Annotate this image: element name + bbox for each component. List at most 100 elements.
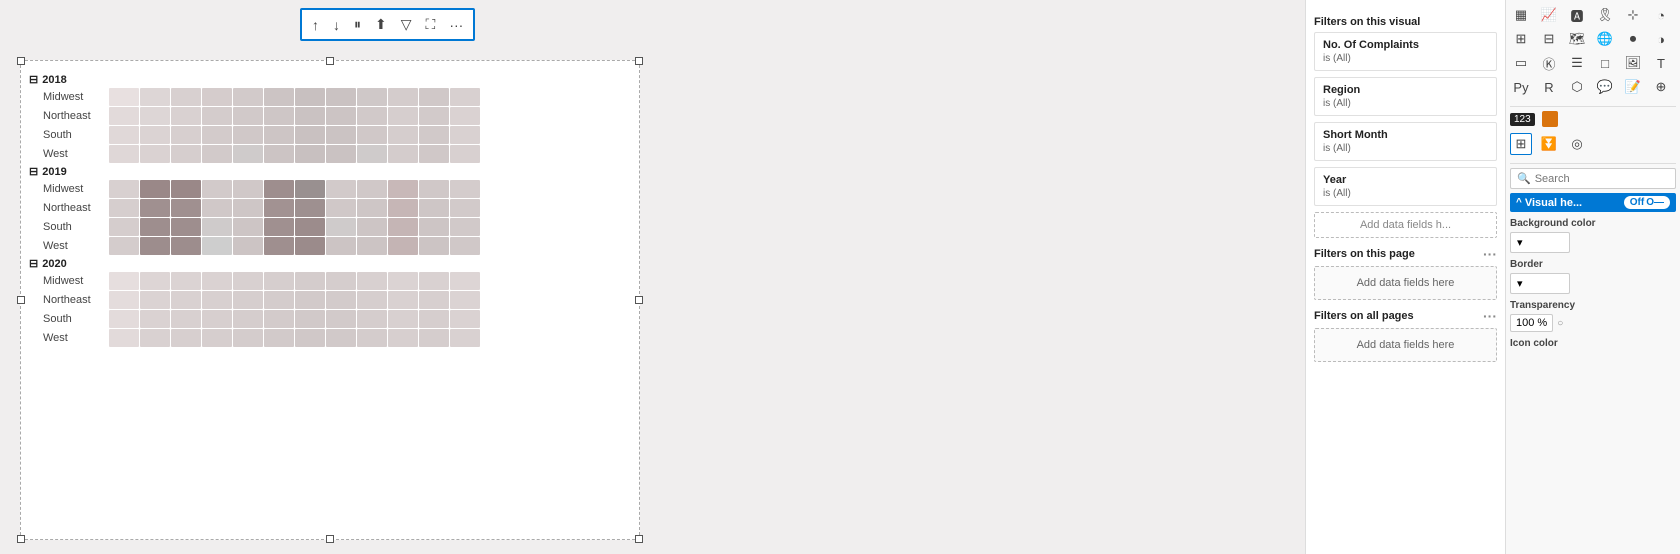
viz-icon-textbox[interactable]: T xyxy=(1650,52,1672,74)
heat-cell-0[interactable] xyxy=(109,291,139,309)
heat-cell-7[interactable] xyxy=(326,88,356,106)
heat-cell-10[interactable] xyxy=(419,126,449,144)
viz-icon-kpi[interactable]: Ⓚ xyxy=(1538,52,1560,74)
heat-cell-11[interactable] xyxy=(450,310,480,328)
heat-cell-4[interactable] xyxy=(233,218,263,236)
heat-cell-9[interactable] xyxy=(388,180,418,198)
heat-cell-10[interactable] xyxy=(419,199,449,217)
viz-icon-python[interactable]: Py xyxy=(1510,76,1532,98)
heat-cell-11[interactable] xyxy=(450,88,480,106)
heat-cell-7[interactable] xyxy=(326,199,356,217)
filters-all-dots[interactable]: ··· xyxy=(1483,308,1497,324)
toggle-off-btn[interactable]: Off O— xyxy=(1624,196,1670,209)
add-data-fields-all-btn[interactable]: Add data fields here xyxy=(1314,328,1497,362)
heat-cell-9[interactable] xyxy=(388,218,418,236)
viz-icon-gauge[interactable]: ◑ xyxy=(1650,28,1672,50)
heat-cell-5[interactable] xyxy=(264,218,294,236)
heat-cell-5[interactable] xyxy=(264,145,294,163)
heat-cell-7[interactable] xyxy=(326,291,356,309)
heat-cell-11[interactable] xyxy=(450,291,480,309)
heat-cell-4[interactable] xyxy=(233,272,263,290)
viz-icon-pie[interactable]: ◔ xyxy=(1650,4,1672,26)
heat-cell-10[interactable] xyxy=(419,88,449,106)
viz-icon-matrix[interactable]: ⊟ xyxy=(1538,28,1560,50)
filter-item-0[interactable]: No. Of Complaints is (All) xyxy=(1314,32,1497,71)
resize-handle-br[interactable] xyxy=(635,535,643,543)
heat-cell-7[interactable] xyxy=(326,107,356,125)
viz-icon-stacked-bar[interactable]: ▦ xyxy=(1510,4,1532,26)
heat-cell-0[interactable] xyxy=(109,310,139,328)
heat-cell-0[interactable] xyxy=(109,180,139,198)
background-color-dropdown[interactable]: ▾ xyxy=(1510,232,1570,253)
heat-cell-2[interactable] xyxy=(171,199,201,217)
heat-cell-10[interactable] xyxy=(419,310,449,328)
heat-cell-3[interactable] xyxy=(202,107,232,125)
heat-cell-7[interactable] xyxy=(326,126,356,144)
expand-icon[interactable]: ⛶ xyxy=(424,14,438,35)
heat-cell-5[interactable] xyxy=(264,272,294,290)
heat-cell-11[interactable] xyxy=(450,329,480,347)
heat-cell-2[interactable] xyxy=(171,272,201,290)
heat-cell-5[interactable] xyxy=(264,310,294,328)
move-up-icon[interactable]: ↑ xyxy=(310,15,321,35)
viz-icon-area[interactable]: 🅰 xyxy=(1566,4,1588,26)
heat-cell-4[interactable] xyxy=(233,329,263,347)
heat-cell-8[interactable] xyxy=(357,180,387,198)
heat-cell-1[interactable] xyxy=(140,237,170,255)
heat-cell-10[interactable] xyxy=(419,329,449,347)
heat-cell-9[interactable] xyxy=(388,291,418,309)
heat-cell-11[interactable] xyxy=(450,107,480,125)
heat-cell-0[interactable] xyxy=(109,329,139,347)
heat-cell-1[interactable] xyxy=(140,145,170,163)
heat-cell-2[interactable] xyxy=(171,218,201,236)
heat-cell-5[interactable] xyxy=(264,88,294,106)
heat-cell-0[interactable] xyxy=(109,237,139,255)
heat-cell-6[interactable] xyxy=(295,272,325,290)
heat-cell-0[interactable] xyxy=(109,199,139,217)
heat-cell-2[interactable] xyxy=(171,291,201,309)
heat-cell-7[interactable] xyxy=(326,237,356,255)
filter-item-1[interactable]: Region is (All) xyxy=(1314,77,1497,116)
viz-icon-donut2[interactable]: ◎ xyxy=(1566,133,1588,155)
visual-header-row[interactable]: ^ Visual he... Off O— xyxy=(1510,193,1676,212)
filter-item-2[interactable]: Short Month is (All) xyxy=(1314,122,1497,161)
viz-icon-filled-map[interactable]: 🌐 xyxy=(1594,28,1616,50)
more-options-icon[interactable]: ··· xyxy=(447,15,465,35)
heat-cell-3[interactable] xyxy=(202,199,232,217)
heat-cell-0[interactable] xyxy=(109,88,139,106)
heat-cell-5[interactable] xyxy=(264,237,294,255)
heat-cell-3[interactable] xyxy=(202,145,232,163)
heat-cell-6[interactable] xyxy=(295,88,325,106)
heat-cell-6[interactable] xyxy=(295,126,325,144)
heat-cell-9[interactable] xyxy=(388,88,418,106)
viz-icon-funnel2[interactable]: ⏬ xyxy=(1538,133,1560,155)
heat-cell-3[interactable] xyxy=(202,310,232,328)
resize-handle-tr[interactable] xyxy=(635,57,643,65)
viz-icon-image[interactable]: 🖼 xyxy=(1622,52,1644,74)
heat-cell-1[interactable] xyxy=(140,218,170,236)
heat-cell-6[interactable] xyxy=(295,237,325,255)
viz-icon-decomp[interactable]: ⬡ xyxy=(1566,76,1588,98)
heat-cell-1[interactable] xyxy=(140,291,170,309)
heat-cell-3[interactable] xyxy=(202,291,232,309)
heat-cell-7[interactable] xyxy=(326,310,356,328)
heat-cell-6[interactable] xyxy=(295,199,325,217)
heat-cell-4[interactable] xyxy=(233,291,263,309)
heat-cell-0[interactable] xyxy=(109,218,139,236)
heat-cell-11[interactable] xyxy=(450,180,480,198)
heat-cell-0[interactable] xyxy=(109,126,139,144)
minus-icon[interactable]: ⊟ xyxy=(29,73,38,86)
heat-cell-1[interactable] xyxy=(140,329,170,347)
heat-cell-4[interactable] xyxy=(233,199,263,217)
viz-icon-qa[interactable]: 💬 xyxy=(1594,76,1616,98)
heat-cell-6[interactable] xyxy=(295,145,325,163)
heat-cell-9[interactable] xyxy=(388,126,418,144)
heat-cell-3[interactable] xyxy=(202,329,232,347)
heat-cell-1[interactable] xyxy=(140,272,170,290)
heat-cell-7[interactable] xyxy=(326,329,356,347)
heat-cell-2[interactable] xyxy=(171,180,201,198)
heat-cell-4[interactable] xyxy=(233,180,263,198)
heat-cell-10[interactable] xyxy=(419,180,449,198)
heat-cell-11[interactable] xyxy=(450,199,480,217)
heat-cell-5[interactable] xyxy=(264,180,294,198)
